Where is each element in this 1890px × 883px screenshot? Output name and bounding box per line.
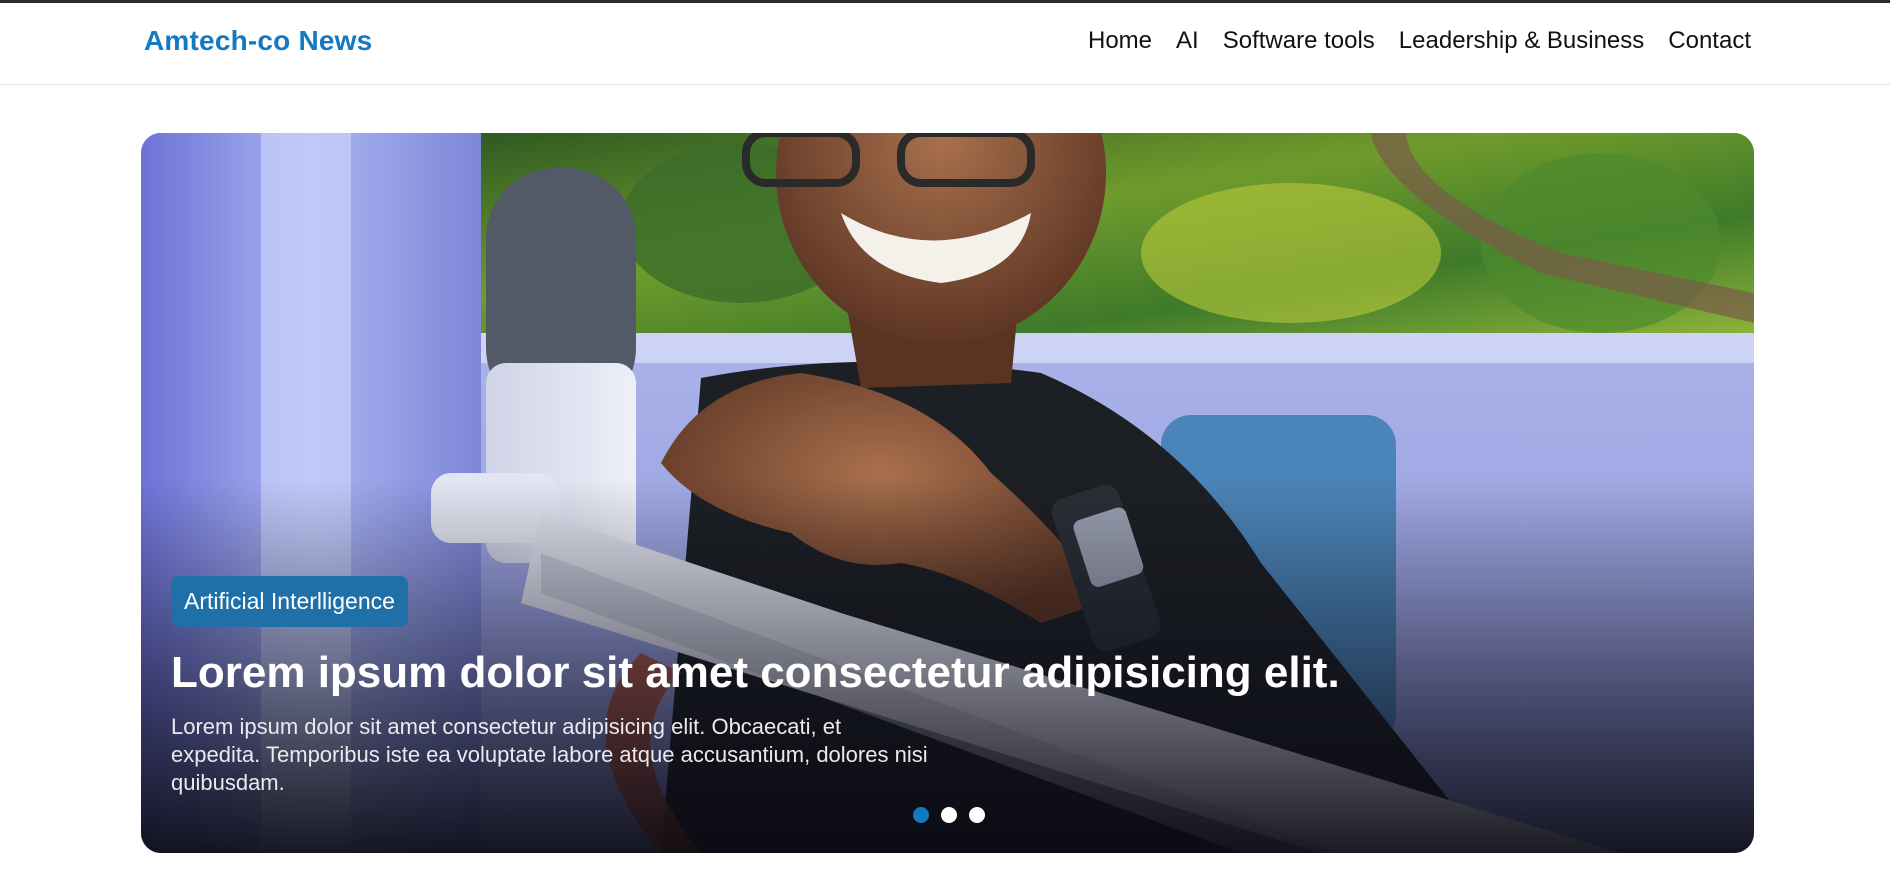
hero-description: Lorem ipsum dolor sit amet consectetur a… <box>171 713 928 795</box>
carousel-dot-1[interactable] <box>913 807 929 823</box>
nav-link-leadership-business[interactable]: Leadership & Business <box>1399 27 1644 55</box>
carousel-dot-3[interactable] <box>969 807 985 823</box>
carousel-dot-2[interactable] <box>941 807 957 823</box>
hero-content: Artificial Interlligence Lorem ipsum dol… <box>171 576 1621 797</box>
nav-link-home[interactable]: Home <box>1088 27 1152 55</box>
nav-link-software-tools[interactable]: Software tools <box>1223 27 1375 55</box>
site-logo[interactable]: Amtech-co News <box>144 25 372 57</box>
hero-carousel[interactable]: Artificial Interlligence Lorem ipsum dol… <box>141 133 1754 853</box>
nav-link-ai[interactable]: AI <box>1176 27 1199 55</box>
main-nav: Home AI Software tools Leadership & Busi… <box>1064 27 1751 55</box>
category-badge[interactable]: Artificial Interlligence <box>171 576 408 627</box>
carousel-indicators <box>913 807 985 823</box>
nav-link-contact[interactable]: Contact <box>1668 27 1751 55</box>
hero-title[interactable]: Lorem ipsum dolor sit amet consectetur a… <box>171 648 1621 699</box>
navbar: Amtech-co News Home AI Software tools Le… <box>0 3 1890 85</box>
